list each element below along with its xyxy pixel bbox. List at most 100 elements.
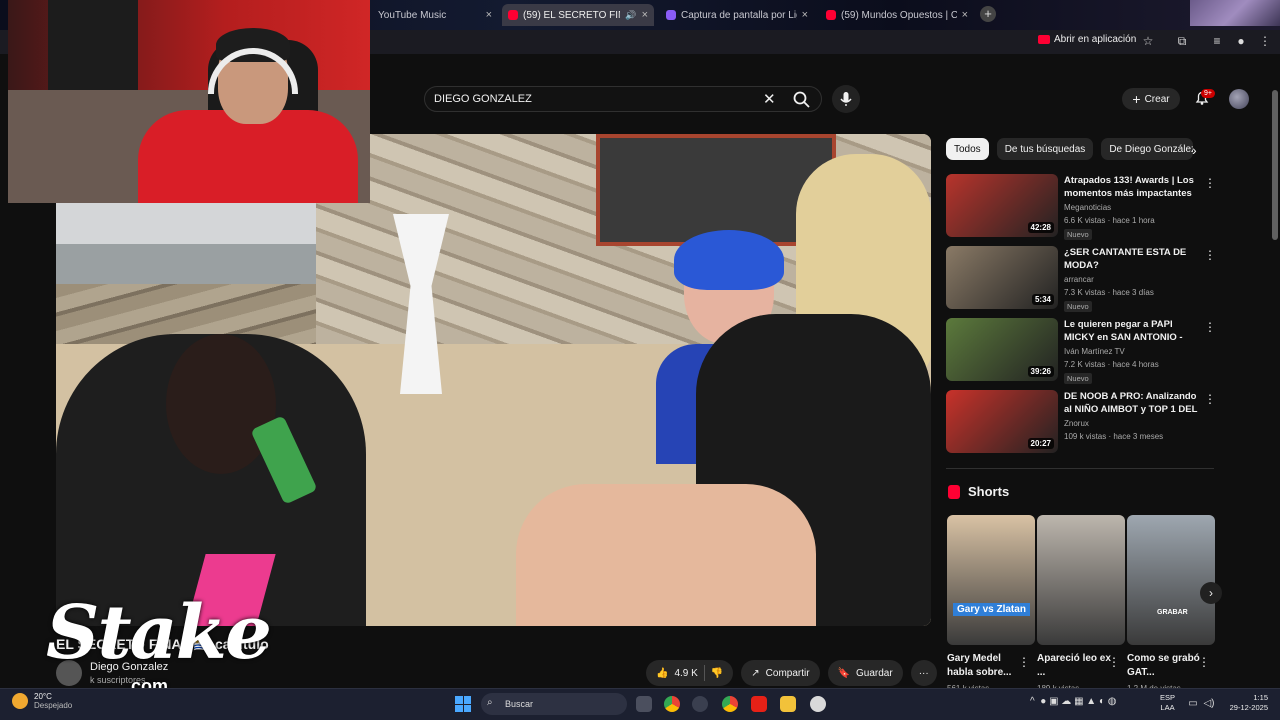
open-in-app-label: Abrir en aplicación [1054, 34, 1137, 45]
close-icon[interactable]: × [962, 9, 968, 21]
channel-name[interactable]: Meganoticias [1064, 203, 1111, 212]
list-item[interactable]: 20:27 DE NOOB A PRO: Analizando al NIÑO … [946, 390, 1216, 454]
more-actions-button[interactable]: ··· [910, 660, 937, 686]
tab-label: Captura de pantalla por Lights [681, 9, 797, 21]
list-item[interactable]: 39:26 Le quieren pegar a PAPI MICKY en S… [946, 318, 1216, 384]
short-thumbnail[interactable]: GRABAR [1127, 515, 1215, 645]
more-vert-icon[interactable]: ⋮ [1204, 320, 1216, 334]
close-icon[interactable]: × [802, 9, 808, 21]
taskbar-search-placeholder: Buscar [505, 699, 534, 709]
star-icon[interactable]: ☆ [1141, 34, 1155, 48]
chevron-right-icon[interactable]: › [1192, 142, 1197, 158]
video-actions: 👍 4.9 K 👎 ↗ Compartir 🔖 Guardar ··· [646, 660, 937, 686]
extensions-icon[interactable]: ⧉ [1175, 34, 1189, 48]
media-control-icon[interactable]: ≡ [1210, 34, 1224, 48]
lightshot-icon [666, 10, 676, 20]
media-player-icon[interactable] [810, 696, 826, 712]
short-overlay-text: Gary vs Zlatan [953, 603, 1030, 616]
short-title[interactable]: Apareció leo ex ... [1037, 652, 1113, 680]
task-view-icon[interactable] [636, 696, 652, 712]
shorts-label: Shorts [968, 484, 1010, 499]
more-menu-icon[interactable]: ⋮ [1258, 34, 1272, 48]
tab-youtube-music[interactable]: YouTube Music × [372, 4, 498, 26]
profile-icon[interactable]: ● [1234, 34, 1248, 48]
weather-desc: Despejado [34, 701, 73, 710]
list-item[interactable]: 42:28 Atrapados 133! Awards | Los moment… [946, 174, 1216, 240]
windows-start-icon[interactable] [455, 696, 471, 712]
weather-widget[interactable]: 20°C Despejado [12, 692, 72, 710]
avatar[interactable] [1229, 89, 1249, 109]
more-vert-icon[interactable]: ⋮ [1018, 655, 1030, 669]
video-title[interactable]: Le quieren pegar a PAPI MICKY en SAN ANT… [1064, 318, 1202, 344]
more-vert-icon[interactable]: ⋮ [1108, 655, 1120, 669]
dislike-icon[interactable]: 👎 [711, 668, 723, 679]
speaker-icon[interactable]: 🔊 [625, 10, 636, 21]
more-vert-icon[interactable]: ⋮ [1204, 176, 1216, 190]
more-vert-icon[interactable]: ⋮ [1204, 392, 1216, 406]
list-item[interactable]: 5:34 ¿SER CANTANTE ESTA DE MODA? arranca… [946, 246, 1216, 312]
tab-captura[interactable]: Captura de pantalla por Lights × [660, 4, 814, 26]
create-label: Crear [1144, 93, 1170, 105]
video-player[interactable] [56, 134, 931, 626]
save-button[interactable]: 🔖 Guardar [827, 660, 903, 686]
video-frame-legs [516, 484, 816, 626]
clock[interactable]: 1:15 29-12-2025 [1226, 693, 1268, 713]
like-icon[interactable]: 👍 [656, 668, 668, 679]
share-button[interactable]: ↗ Compartir [741, 660, 820, 686]
webcam-door [48, 0, 138, 90]
video-title[interactable]: ¿SER CANTANTE ESTA DE MODA? [1064, 246, 1202, 272]
video-title[interactable]: Atrapados 133! Awards | Los momentos más… [1064, 174, 1202, 200]
share-label: Compartir [765, 667, 810, 679]
new-badge: Nuevo [1064, 229, 1092, 240]
short-title[interactable]: Como se grabó GAT... [1127, 652, 1203, 680]
short-title[interactable]: Gary Medel habla sobre... [947, 652, 1023, 680]
bookmark-icon: 🔖 [837, 667, 851, 679]
shorts-heading: Shorts [948, 484, 1009, 499]
video-title[interactable]: DE NOOB A PRO: Analizando al NIÑO AIMBOT… [1064, 390, 1202, 416]
scrollbar[interactable] [1272, 90, 1278, 240]
steam-icon[interactable] [692, 696, 708, 712]
video-thumbnail[interactable]: 5:34 [946, 246, 1058, 309]
volume-icon[interactable]: ◁) [1202, 697, 1216, 711]
tab-mundos-opuestos[interactable]: (59) Mundos Opuestos | Chsp × [820, 4, 974, 26]
tab-el-secreto-final[interactable]: (59) EL SECRETO FINAL 🇺🇾 🔊 × [502, 4, 654, 26]
chrome-icon[interactable] [664, 696, 680, 712]
mic-icon[interactable] [832, 85, 860, 113]
close-icon[interactable]: × [486, 9, 492, 21]
more-vert-icon[interactable]: ⋮ [1198, 655, 1210, 669]
video-meta: 7.2 K vistas · hace 4 horas [1064, 360, 1159, 369]
like-count[interactable]: 4.9 K [674, 668, 697, 679]
weather-temp: 20°C [34, 692, 52, 701]
video-thumbnail[interactable]: 20:27 [946, 390, 1058, 453]
more-vert-icon[interactable]: ⋮ [1204, 248, 1216, 262]
create-button[interactable]: + Crear [1122, 88, 1180, 110]
folder-icon[interactable] [780, 696, 796, 712]
network-icon[interactable]: ▭ [1186, 697, 1200, 711]
new-badge: Nuevo [1064, 301, 1092, 312]
taskbar-search-input[interactable]: Buscar [481, 693, 627, 715]
language-indicator[interactable]: ESP LAA [1160, 693, 1175, 713]
channel-name[interactable]: Iván Martínez TV [1064, 347, 1125, 356]
new-tab-button[interactable]: + [980, 6, 996, 22]
search-icon: ⌕ [487, 697, 493, 708]
chrome-icon[interactable] [722, 696, 738, 712]
youtube-app-icon[interactable] [751, 696, 767, 712]
youtube-icon [1038, 35, 1050, 44]
chip-de-diego-gonzalez[interactable]: De Diego González [1101, 138, 1194, 160]
man-cap [674, 230, 784, 290]
video-thumbnail[interactable]: 42:28 [946, 174, 1058, 237]
short-thumbnail[interactable] [1037, 515, 1125, 645]
channel-name[interactable]: arrancar [1064, 275, 1094, 284]
clear-search-icon[interactable]: ✕ [763, 90, 776, 108]
open-in-app-button[interactable]: Abrir en aplicación [1038, 34, 1136, 45]
system-tray[interactable]: ^ ● ▣ ☁ ▦ ▲ ◐ ◍ [1030, 696, 1117, 707]
close-icon[interactable]: × [642, 9, 648, 21]
filter-chips: Todos De tus búsquedas De Diego González [946, 138, 1194, 160]
chip-todos[interactable]: Todos [946, 138, 989, 160]
search-icon[interactable] [792, 90, 812, 108]
chip-de-tus-busquedas[interactable]: De tus búsquedas [996, 138, 1094, 160]
video-thumbnail[interactable]: 39:26 [946, 318, 1058, 381]
short-thumbnail[interactable]: Gary vs Zlatan [947, 515, 1035, 645]
chevron-right-icon[interactable]: › [1200, 582, 1222, 604]
channel-name[interactable]: Znorux [1064, 419, 1089, 428]
